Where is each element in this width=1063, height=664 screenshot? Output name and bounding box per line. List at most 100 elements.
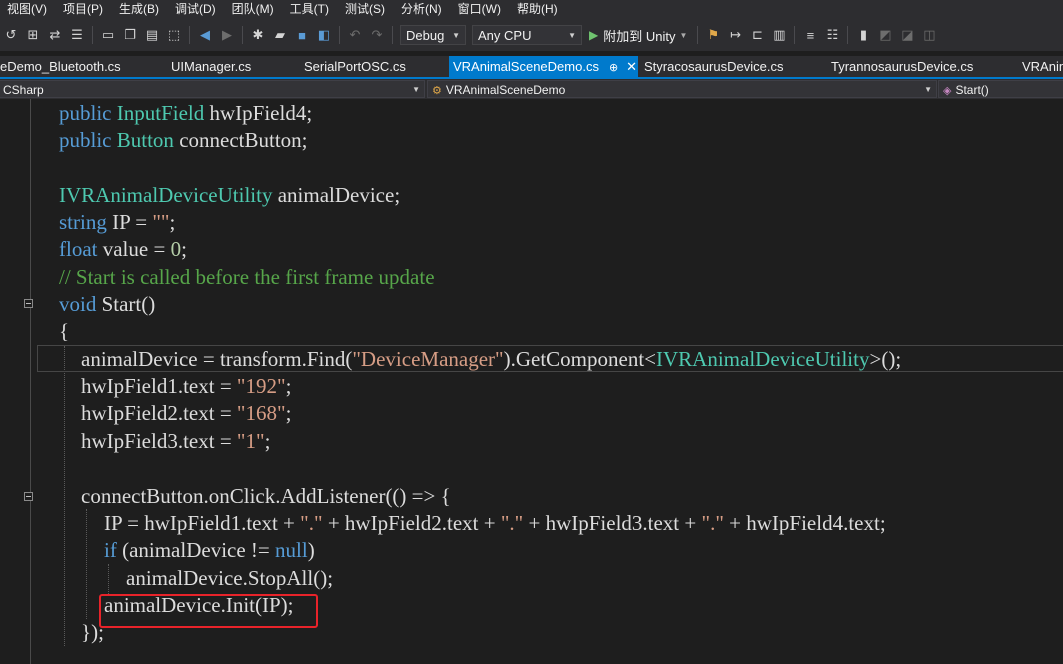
navigation-bar: CSharp ▼ ⚙ VRAnimalSceneDemo ▼ ◈ Start() (0, 79, 1063, 99)
code-line: connectButton.onClick.AddListener(() => … (81, 484, 451, 508)
code-line: float value = 0; (59, 237, 187, 261)
find-icon[interactable]: ⚑ (703, 25, 723, 45)
tab-bluetooth-demo[interactable]: eDemo_Bluetooth.cs (0, 56, 121, 77)
menu-window[interactable]: 窗口(W) (450, 0, 509, 19)
next-bookmark-icon[interactable]: ◪ (897, 25, 917, 45)
annotation-highlight-box (99, 594, 318, 628)
toolbar-separator (392, 26, 393, 44)
pin-icon[interactable]: ⊕ (609, 62, 618, 74)
code-line: hwIpField2.text = "168"; (81, 401, 292, 425)
tab-serialportosc[interactable]: SerialPortOSC.cs (304, 56, 406, 77)
toolbar-separator (339, 26, 340, 44)
copy-icon[interactable]: ❐ (120, 25, 140, 45)
tab-uimanager[interactable]: UIManager.cs (171, 56, 251, 77)
indent-icon[interactable]: ☷ (822, 25, 842, 45)
code-line: string IP = ""; (59, 210, 176, 234)
menu-analyze[interactable]: 分析(N) (393, 0, 450, 19)
platform-select[interactable]: Any CPU ▼ (472, 25, 582, 45)
platform-value: Any CPU (478, 27, 532, 43)
hierarchy-icon[interactable]: ⊏ (747, 25, 767, 45)
project-dropdown[interactable]: CSharp ▼ (0, 80, 425, 98)
save-all-icon[interactable]: ◧ (314, 25, 334, 45)
open-file-icon[interactable]: ▰ (270, 25, 290, 45)
step-icon[interactable]: ↦ (725, 25, 745, 45)
collapse-lambda-icon[interactable] (24, 492, 33, 501)
navigate-back-icon[interactable]: ◀ (195, 25, 215, 45)
solution-explorer-icon[interactable]: ⊞ (23, 25, 43, 45)
code-line: { (59, 319, 70, 343)
configuration-value: Debug (406, 27, 445, 43)
code-line: hwIpField1.text = "192"; (81, 374, 292, 398)
code-line: void Start() (59, 292, 156, 316)
class-dropdown[interactable]: ⚙ VRAnimalSceneDemo ▼ (427, 80, 937, 98)
tab-styracosaurus[interactable]: StyracosaurusDevice.cs (644, 56, 783, 77)
columns-icon[interactable]: ▥ (769, 25, 789, 45)
prev-bookmark-icon[interactable]: ◩ (875, 25, 895, 45)
configuration-select[interactable]: Debug ▼ (400, 25, 466, 45)
tab-label: eDemo_Bluetooth.cs (0, 59, 121, 74)
menu-test[interactable]: 测试(S) (337, 0, 393, 19)
tab-label: TyrannosaurusDevice.cs (831, 59, 974, 74)
tab-vranimalscenedemo[interactable]: VRAnimalSceneDemo.cs ⊕ ✕ (449, 56, 638, 77)
tab-tyrannosaurus[interactable]: TyrannosaurusDevice.cs (831, 56, 973, 77)
code-line: animalDevice.StopAll(); (126, 566, 334, 590)
toolbar-separator (189, 26, 190, 44)
save-icon[interactable]: ■ (292, 25, 312, 45)
sync-icon[interactable]: ⇄ (45, 25, 65, 45)
navigate-forward-icon[interactable]: ▶ (217, 25, 237, 45)
outline-margin (30, 99, 31, 664)
code-line: animalDevice = transform.Find("DeviceMan… (81, 347, 902, 371)
outdent-icon[interactable]: ≡ (800, 25, 820, 45)
collapse-start-icon[interactable] (24, 299, 33, 308)
menu-project[interactable]: 项目(P) (55, 0, 111, 19)
bookmark-icon[interactable]: ▮ (853, 25, 873, 45)
code-line: public Button connectButton; (59, 128, 308, 152)
menu-build[interactable]: 生成(B) (111, 0, 167, 19)
menu-debug[interactable]: 调试(D) (167, 0, 224, 19)
close-icon[interactable]: ✕ (626, 59, 637, 74)
clear-bookmarks-icon[interactable]: ◫ (919, 25, 939, 45)
undo-icon[interactable]: ↶ (345, 25, 365, 45)
toolbar-separator (847, 26, 849, 44)
toolbar-separator (242, 26, 243, 44)
menu-team[interactable]: 团队(M) (224, 0, 282, 19)
project-label: CSharp (3, 83, 44, 97)
menu-view[interactable]: 视图(V) (0, 0, 55, 19)
paste-icon[interactable]: ▤ (142, 25, 162, 45)
tab-label: VRAnimalSceneDemo.cs (453, 59, 599, 74)
chevron-down-icon: ▼ (568, 30, 576, 40)
code-comment: // Start is called before the first fram… (59, 265, 435, 289)
toolbar-separator (92, 26, 93, 44)
select-icon[interactable]: ⬚ (164, 25, 184, 45)
toolbar-separator (697, 26, 699, 44)
attach-unity-button[interactable]: ▶ 附加到 Unity ▼ (589, 26, 687, 45)
tab-label: SerialPortOSC.cs (304, 59, 406, 74)
menu-tools[interactable]: 工具(T) (282, 0, 337, 19)
code-editor[interactable]: public InputField hwIpField4; public But… (0, 99, 1063, 664)
open-folder-icon[interactable]: ▭ (98, 25, 118, 45)
chevron-down-icon: ▼ (679, 30, 688, 40)
tab-label: UIManager.cs (171, 59, 252, 74)
indent-guide (86, 509, 87, 619)
member-label: Start() (955, 83, 989, 97)
indent-guide (64, 346, 65, 646)
new-item-icon[interactable]: ✱ (248, 25, 268, 45)
menu-help[interactable]: 帮助(H) (509, 0, 566, 19)
class-icon: ⚙ (432, 85, 442, 97)
tab-label: VRAnim (1022, 59, 1063, 74)
code-line: IP = hwIpField1.text + "." + hwIpField2.… (104, 511, 886, 535)
toolbar: ↺ ⊞ ⇄ ☰ ▭ ❐ ▤ ⬚ ◀ ▶ ✱ ▰ ■ ◧ ↶ ↷ Debug ▼ … (0, 19, 1063, 51)
attach-unity-label: 附加到 Unity (603, 28, 676, 44)
code-line: hwIpField3.text = "1"; (81, 429, 271, 453)
redo-icon[interactable]: ↷ (367, 25, 387, 45)
document-tabs: eDemo_Bluetooth.cs UIManager.cs SerialPo… (0, 56, 1063, 77)
class-label: VRAnimalSceneDemo (445, 83, 566, 97)
history-icon[interactable]: ↺ (1, 25, 21, 45)
menu-bar: 视图(V) 项目(P) 生成(B) 调试(D) 团队(M) 工具(T) 测试(S… (0, 0, 1063, 19)
list-icon[interactable]: ☰ (67, 25, 87, 45)
member-dropdown[interactable]: ◈ Start() (938, 80, 1063, 98)
chevron-down-icon: ▼ (924, 85, 932, 94)
tab-label: StyracosaurusDevice.cs (644, 59, 784, 74)
play-icon: ▶ (589, 28, 599, 42)
tab-vranim[interactable]: VRAnim (1022, 56, 1063, 77)
